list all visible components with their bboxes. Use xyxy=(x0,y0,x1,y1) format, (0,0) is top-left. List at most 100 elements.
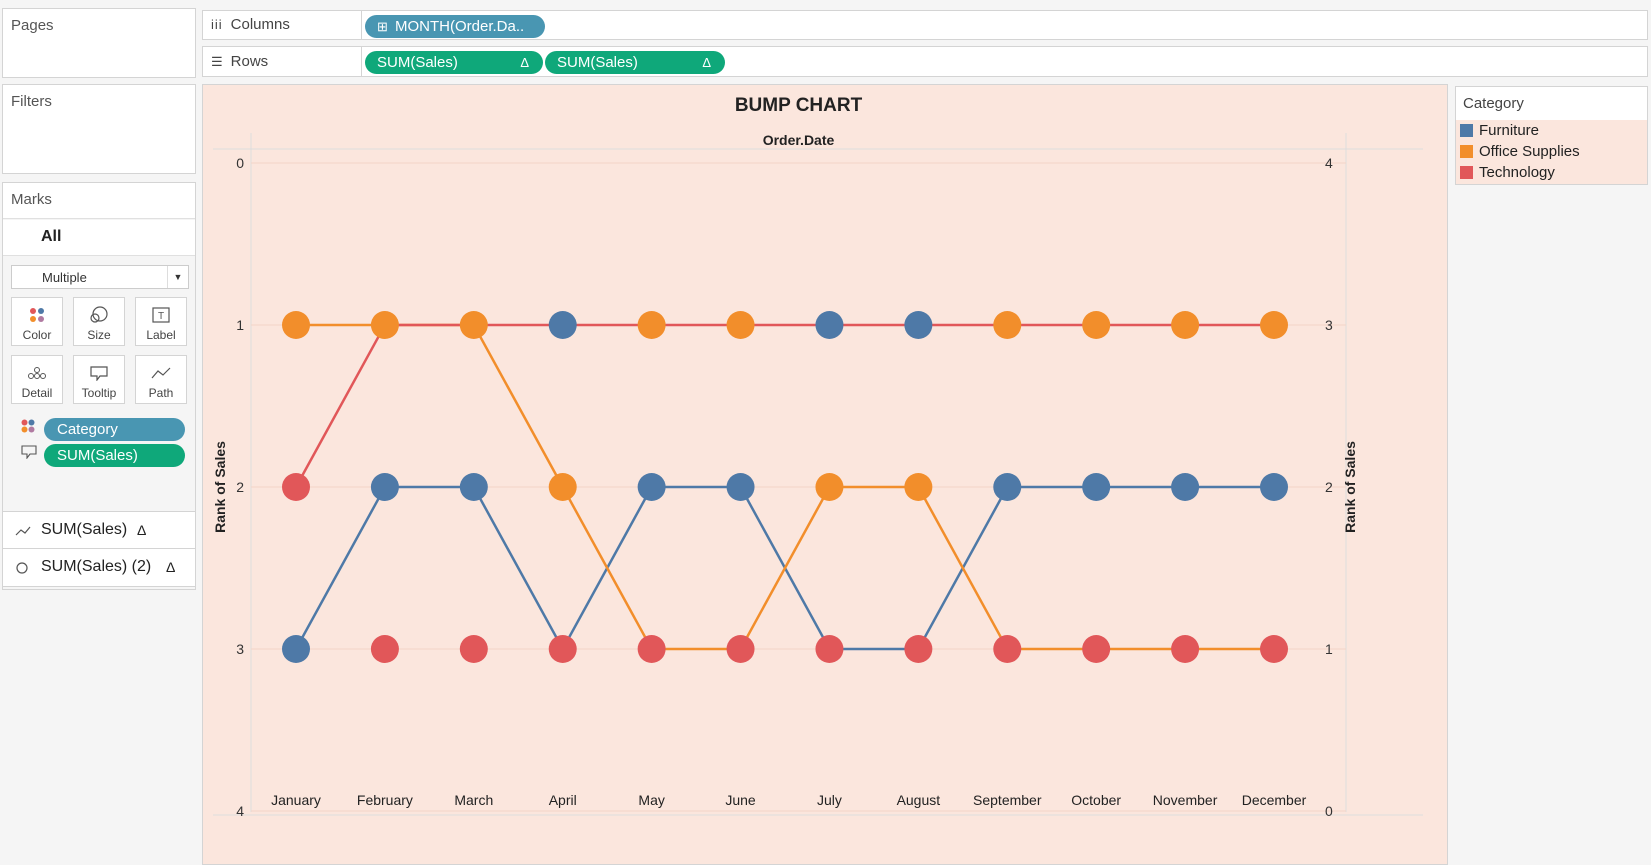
mark-type-value: Multiple xyxy=(42,270,87,285)
marker-technology xyxy=(282,473,310,501)
path-button-label: Path xyxy=(148,386,174,400)
category-field-pill[interactable]: Category xyxy=(44,418,185,441)
chart-view[interactable]: BUMP CHART Order.Date 0 1 2 3 4 4 3 2 1 0 Rank of Sa… xyxy=(202,84,1448,865)
marks-card-sales-circle[interactable]: SUM(Sales) (2) Δ xyxy=(3,549,195,587)
y-tick-label: 4 xyxy=(236,803,244,819)
columns-icon: iii xyxy=(211,17,223,32)
marker-furniture xyxy=(459,473,488,501)
legend-swatch xyxy=(1460,124,1473,137)
y2-tick-label: 1 xyxy=(1325,641,1333,657)
marker-technology xyxy=(1171,635,1200,663)
sales-field-pill[interactable]: SUM(Sales) xyxy=(44,444,185,467)
y-tick-label: 3 xyxy=(236,641,244,657)
y2-tick-label: 4 xyxy=(1325,155,1333,171)
rows-pill-sales-1[interactable]: SUM(Sales) Δ xyxy=(365,51,543,74)
legend-item-office-supplies[interactable]: Office Supplies xyxy=(1456,141,1647,162)
shelf-divider xyxy=(361,11,362,40)
columns-shelf[interactable]: iii Columns ⊞ MONTH(Order.Da.. xyxy=(202,10,1648,40)
marker-technology xyxy=(726,635,755,663)
tooltip-icon xyxy=(21,445,37,464)
color-button-label: Color xyxy=(22,328,52,342)
category-legend[interactable]: Category Furniture Office Supplies Techn… xyxy=(1455,86,1648,185)
bump-chart: BUMP CHART Order.Date 0 1 2 3 4 4 3 2 1 0 Rank of Sa… xyxy=(203,85,1447,864)
x-tick-label: March xyxy=(454,792,493,808)
label-button[interactable]: T Label xyxy=(135,297,187,346)
filters-shelf[interactable]: Filters xyxy=(2,84,196,174)
marks-card-sales-line[interactable]: SUM(Sales) Δ xyxy=(3,511,195,549)
marker-office-supplies xyxy=(637,311,666,339)
detail-button[interactable]: Detail xyxy=(11,355,63,404)
tooltip-icon xyxy=(74,360,124,386)
color-icon xyxy=(12,302,62,328)
columns-pill-month[interactable]: ⊞ MONTH(Order.Da.. xyxy=(365,15,545,38)
x-tick-label: April xyxy=(549,792,577,808)
delta-icon: Δ xyxy=(137,522,147,538)
legend-item-technology[interactable]: Technology xyxy=(1456,162,1647,183)
line-icon xyxy=(15,524,31,542)
marker-technology xyxy=(459,635,488,663)
marker-office-supplies xyxy=(815,473,844,501)
pages-shelf[interactable]: Pages xyxy=(2,8,196,78)
marker-furniture xyxy=(637,473,666,501)
marker-furniture xyxy=(370,473,399,501)
rows-shelf[interactable]: ☰ Rows SUM(Sales) Δ SUM(Sales) Δ xyxy=(202,46,1648,77)
marker-office-supplies xyxy=(1171,311,1200,339)
marks-card: Marks All Multiple ▼ Color Size T Label … xyxy=(2,182,196,590)
marks-title: Marks xyxy=(11,191,52,208)
tooltip-button[interactable]: Tooltip xyxy=(73,355,125,404)
marker-furniture xyxy=(1082,473,1111,501)
delta-icon: Δ xyxy=(702,55,711,70)
pages-label: Pages xyxy=(11,17,54,34)
marker-office-supplies xyxy=(993,311,1022,339)
toolbar-strip xyxy=(0,0,1651,8)
mark-type-dropdown[interactable]: Multiple ▼ xyxy=(11,265,189,289)
x-tick-label: February xyxy=(357,792,413,808)
x-tick-label: July xyxy=(817,792,842,808)
y2-tick-label: 2 xyxy=(1325,479,1333,495)
y-tick-label: 1 xyxy=(236,317,244,333)
x-tick-label: August xyxy=(897,792,941,808)
category-field-label: Category xyxy=(57,421,118,438)
rows-icon: ☰ xyxy=(211,53,223,69)
marks-all-label: All xyxy=(41,228,62,245)
size-button-label: Size xyxy=(87,328,111,342)
y-tick-label: 2 xyxy=(236,479,244,495)
size-button[interactable]: Size xyxy=(73,297,125,346)
legend-swatch xyxy=(1460,145,1473,158)
legend-item-label: Furniture xyxy=(1479,122,1540,139)
delta-icon: Δ xyxy=(520,55,529,70)
legend-item-label: Office Supplies xyxy=(1479,143,1580,160)
path-button[interactable]: Path xyxy=(135,355,187,404)
label-icon: T xyxy=(136,302,186,328)
marker-technology xyxy=(1260,635,1288,663)
marker-office-supplies xyxy=(282,311,310,339)
y-axis-title: Rank of Sales xyxy=(212,441,228,533)
columns-pill-label: MONTH(Order.Da.. xyxy=(395,18,525,35)
path-icon xyxy=(136,360,186,386)
delta-icon: Δ xyxy=(166,559,176,575)
marker-technology xyxy=(815,635,844,663)
circle-icon xyxy=(15,561,29,580)
legend-item-furniture[interactable]: Furniture xyxy=(1456,120,1647,141)
marker-technology xyxy=(1082,635,1111,663)
rows-pill-label: SUM(Sales) xyxy=(377,54,458,71)
sales-field-label: SUM(Sales) xyxy=(57,447,138,464)
tooltip-button-label: Tooltip xyxy=(81,386,117,400)
marker-furniture xyxy=(1260,473,1288,501)
marker-technology xyxy=(548,635,577,663)
column-header: Order.Date xyxy=(763,132,835,148)
legend-title: Category xyxy=(1463,95,1524,112)
marker-office-supplies xyxy=(459,311,488,339)
marker-technology xyxy=(993,635,1022,663)
rows-pill-sales-2[interactable]: SUM(Sales) Δ xyxy=(545,51,725,74)
x-tick-label: June xyxy=(725,792,756,808)
marks-header: Marks xyxy=(3,183,195,219)
color-button[interactable]: Color xyxy=(11,297,63,346)
svg-text:T: T xyxy=(158,311,164,322)
rows-pill-label: SUM(Sales) xyxy=(557,54,638,71)
marker-technology xyxy=(637,635,666,663)
legend-item-label: Technology xyxy=(1479,164,1555,181)
marks-all-tab[interactable]: All xyxy=(3,220,195,256)
marker-office-supplies xyxy=(370,311,399,339)
marker-furniture xyxy=(726,473,755,501)
